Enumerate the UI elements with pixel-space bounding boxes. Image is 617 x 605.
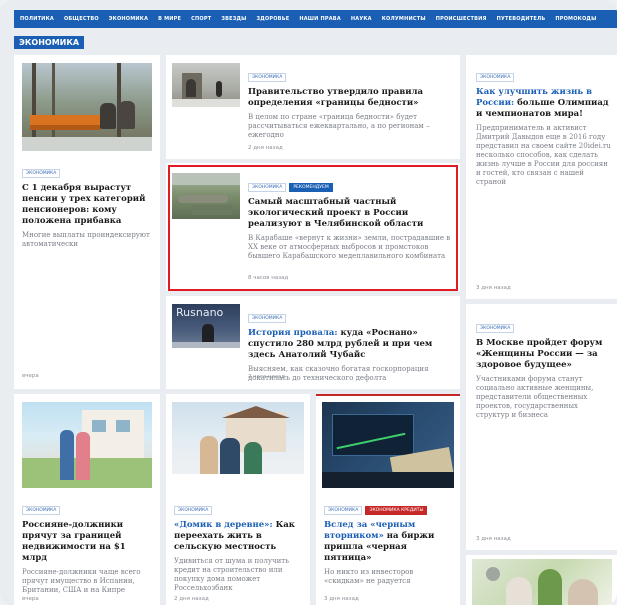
article-card-olympiad[interactable]: ЭКОНОМИКА Как улучшить жизнь в России: б… (466, 55, 617, 299)
article-card-rosnano[interactable]: Rusnano ЭКОНОМИКА История провала: куда … (166, 296, 460, 389)
category-tag[interactable]: ЭКОНОМИКА (22, 506, 61, 515)
article-time: 3 дня назад (476, 285, 511, 291)
article-image-poverty[interactable] (172, 63, 240, 107)
article-time: 3 дня назад (476, 536, 511, 542)
article-description: Россияне-должники чаще всего прячут имущ… (22, 568, 141, 594)
article-image-village[interactable] (172, 402, 304, 488)
article-title[interactable]: История провала: куда «Роснано» спустило… (248, 328, 452, 361)
article-image-bottom-right[interactable] (472, 559, 612, 605)
nav-item[interactable]: ОБЩЕСТВО (64, 16, 99, 22)
top-nav: ПОЛИТИКА ОБЩЕСТВО ЭКОНОМИКА В МИРЕ СПОРТ ЗВЕЗ… (14, 10, 617, 28)
article-card-blackfriday[interactable]: ЭКОНОМИКА ЭКОНОМИКА КРЕДИТЫ Вслед за «чер… (316, 394, 460, 605)
article-title[interactable]: «Домик в деревне»: Как переехать жить в … (174, 520, 304, 553)
article-description: Но никто из инвесторов «скидкам» не раду… (324, 568, 414, 585)
nav-item[interactable]: ПРОМОКОДЫ (555, 16, 596, 22)
category-tag[interactable]: ЭКОНОМИКА (248, 314, 287, 323)
article-image-blackfriday[interactable] (322, 402, 454, 488)
article-title[interactable]: Россияне-должники прячут за границей нед… (22, 520, 152, 564)
article-description: Многие выплаты проиндексируют автоматиче… (22, 231, 150, 248)
article-time: 3 дня назад (324, 596, 359, 602)
nav-item[interactable]: ЗДОРОВЬЕ (257, 16, 290, 22)
credits-tag[interactable]: ЭКОНОМИКА КРЕДИТЫ (365, 506, 428, 515)
article-description: Предприниматель и активист Дмитрий Давыд… (476, 124, 611, 186)
article-title[interactable]: Правительство утвердило правила определе… (248, 87, 452, 109)
article-card-bottom-right[interactable] (466, 555, 617, 605)
category-tag[interactable]: ЭКОНОМИКА (174, 506, 213, 515)
nav-item[interactable]: НАУКА (351, 16, 372, 22)
article-title[interactable]: Как улучшить жизнь в России: больше Олим… (476, 87, 611, 120)
nav-item[interactable]: КОЛУМНИСТЫ (382, 16, 426, 22)
nav-item[interactable]: СПОРТ (191, 16, 211, 22)
nav-item[interactable]: ЭКОНОМИКА (109, 16, 148, 22)
category-tag[interactable]: ЭКОНОМИКА (248, 73, 287, 82)
article-title[interactable]: Вслед за «черным вторником» на биржи при… (324, 520, 454, 564)
nav-item[interactable]: НАШИ ПРАВА (299, 16, 341, 22)
article-card-village[interactable]: ЭКОНОМИКА «Домик в деревне»: Как перееха… (166, 394, 310, 605)
article-time: 2 дня назад (248, 145, 283, 151)
nav-item[interactable]: В МИРЕ (158, 16, 181, 22)
article-card-forum[interactable]: ЭКОНОМИКА В Москве пройдет форум «Женщин… (466, 304, 617, 550)
nav-item[interactable]: ПОЛИТИКА (20, 16, 54, 22)
rusnano-sign: Rusnano (176, 306, 224, 319)
section-title[interactable]: ЭКОНОМИКА (14, 36, 85, 49)
category-tag[interactable]: ЭКОНОМИКА (476, 324, 515, 333)
article-time: вчера (22, 596, 39, 602)
article-card-poverty[interactable]: ЭКОНОМИКА Правительство утвердило правил… (166, 55, 460, 159)
article-image-rosnano[interactable]: Rusnano (172, 304, 240, 348)
category-tag[interactable]: ЭКОНОМИКА (324, 506, 363, 515)
article-image-debtors[interactable] (22, 402, 152, 488)
page-frame: ПОЛИТИКА ОБЩЕСТВО ЭКОНОМИКА В МИРЕ СПОРТ ЗВЕЗ… (0, 0, 617, 605)
article-description: Удивиться от шума и получить кредит на с… (174, 557, 289, 592)
article-description: Участниками форума станут социально акти… (476, 375, 594, 419)
nav-item[interactable]: ПРОИСШЕСТВИЯ (436, 16, 487, 22)
category-tag[interactable]: ЭКОНОМИКА (22, 169, 61, 178)
highlight-frame (168, 165, 458, 291)
article-title[interactable]: С 1 декабря вырастут пенсии у трех катег… (22, 183, 152, 227)
category-tag[interactable]: ЭКОНОМИКА (476, 73, 515, 82)
article-time: 2 дня назад (174, 596, 209, 602)
nav-item[interactable]: ЗВЕЗДЫ (221, 16, 246, 22)
article-card-pension[interactable]: ЭКОНОМИКА С 1 декабря вырастут пенсии у … (14, 55, 160, 389)
article-image-pension[interactable] (22, 63, 152, 151)
article-time: 2 часа назад (248, 374, 286, 380)
article-time: вчера (22, 373, 39, 379)
nav-item[interactable]: ПУТЕВОДИТЕЛЬ (497, 16, 546, 22)
article-description: В целом по стране «граница бедности» буд… (248, 113, 430, 139)
article-title[interactable]: В Москве пройдет форум «Женщины России —… (476, 338, 611, 371)
article-card-debtors[interactable]: ЭКОНОМИКА Россияне-должники прячут за гр… (14, 394, 160, 605)
